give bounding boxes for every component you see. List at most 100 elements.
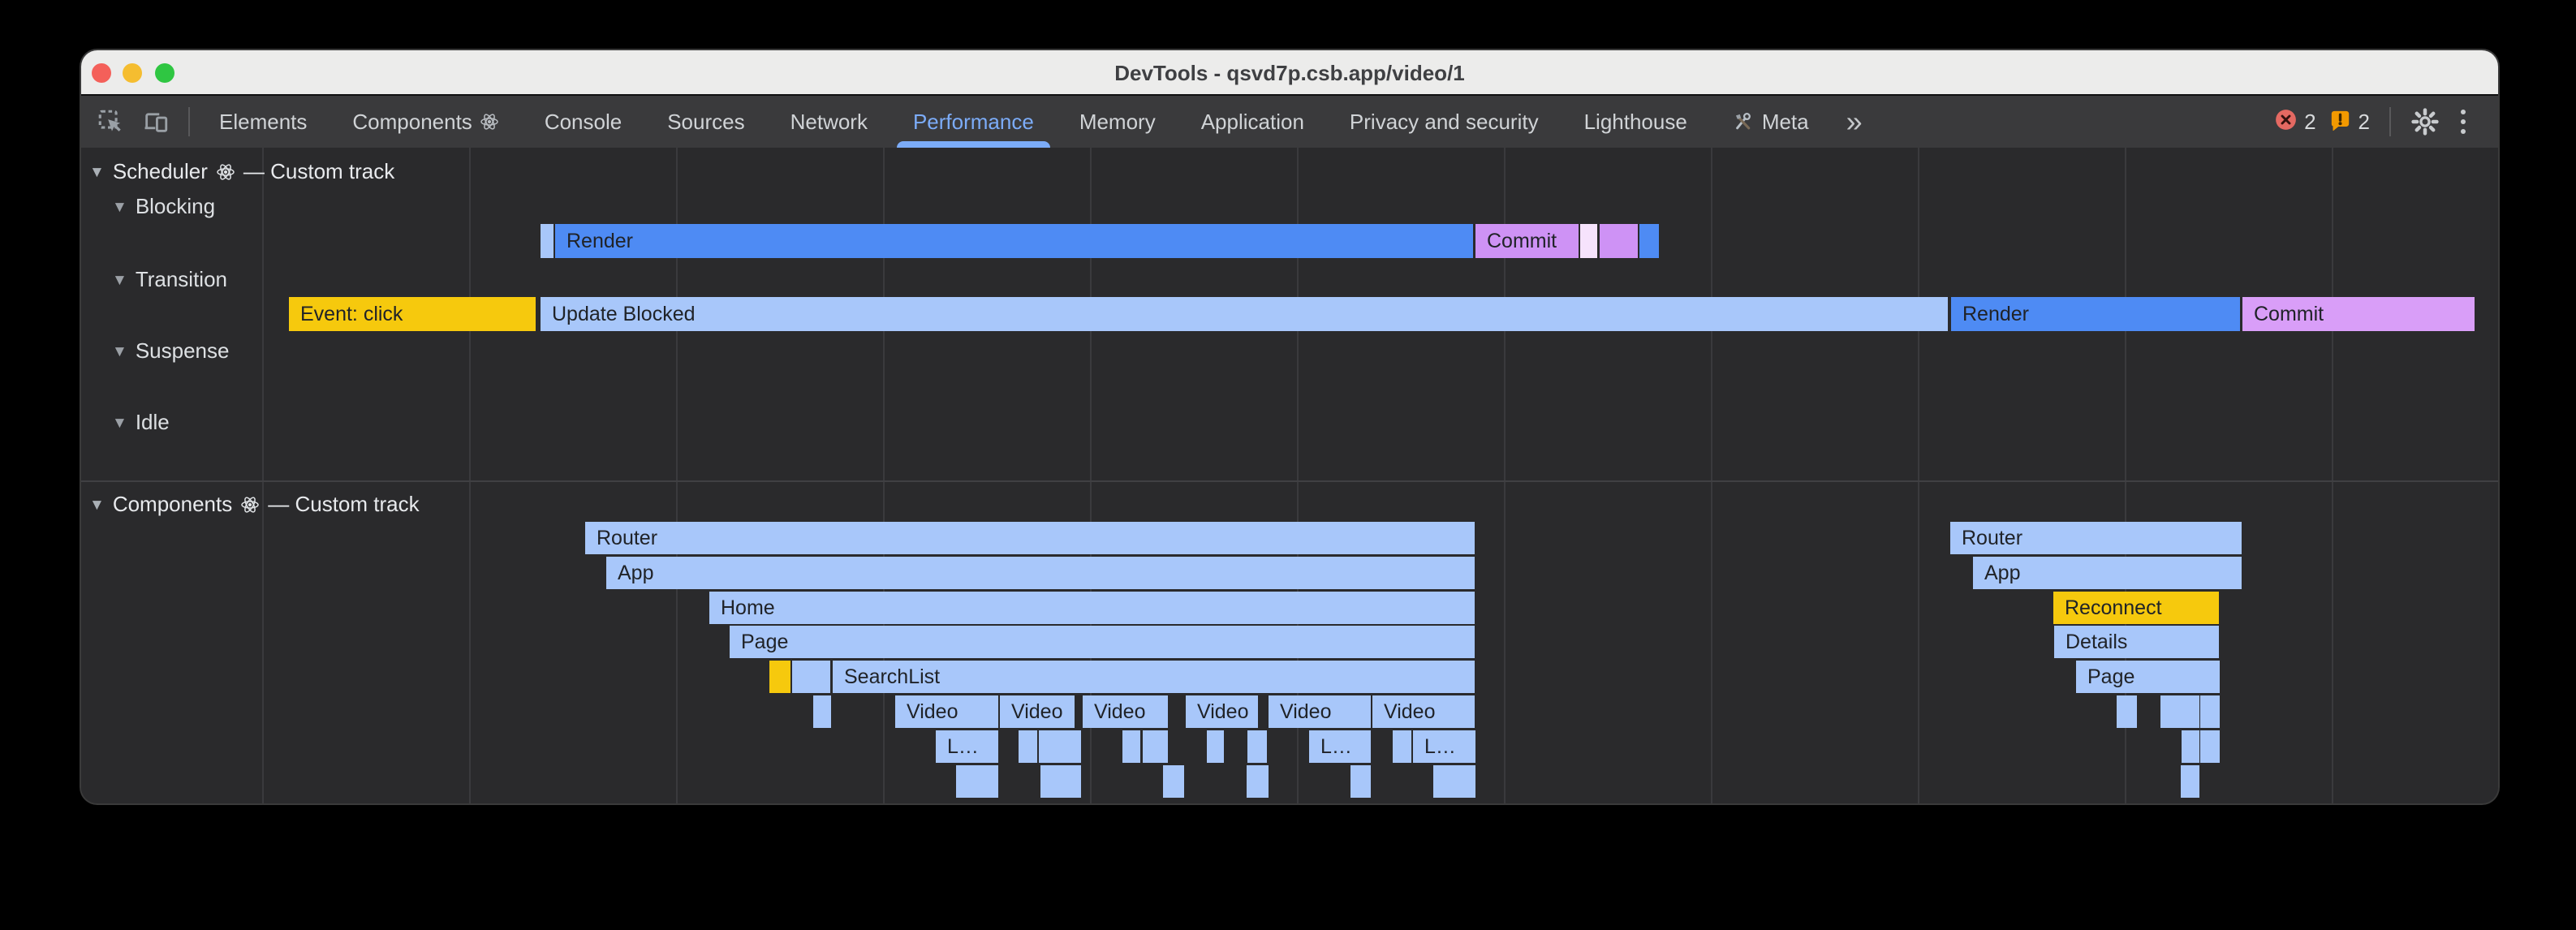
tab-application[interactable]: Application [1178,96,1327,148]
timeline-bar[interactable] [2181,765,2199,798]
timeline-bar[interactable] [956,765,998,798]
tab-privacy-and-security[interactable]: Privacy and security [1327,96,1562,148]
disclosure-triangle-icon: ▼ [89,497,105,513]
close-button[interactable] [92,63,111,83]
tab-memory[interactable]: Memory [1057,96,1178,148]
timeline-bar[interactable] [1393,730,1411,763]
timeline-bar[interactable] [1433,765,1475,798]
update-blocked-bar[interactable]: Update Blocked [541,297,1948,331]
tools-icon [1733,111,1755,133]
tab-components[interactable]: Components [330,96,521,148]
lane-suspense[interactable]: ▼Suspense [112,338,229,364]
timeline-bar[interactable] [541,224,554,258]
timeline-bar[interactable] [1639,224,1659,258]
timeline-bar[interactable] [769,661,790,693]
tab-console[interactable]: Console [522,96,644,148]
l-bar[interactable]: L… [1309,730,1371,763]
video-bar[interactable]: Video [1372,695,1475,728]
lane-label: Transition [136,267,227,292]
bar-label: Render [1951,303,2029,325]
render-bar[interactable]: Render [555,224,1473,258]
timeline-bar[interactable] [1143,730,1168,763]
timeline-bar[interactable] [1350,765,1371,798]
tab-meta[interactable]: Meta [1710,96,1832,148]
bar-label: Page [730,631,788,653]
timeline-bar[interactable] [1207,730,1224,763]
zoom-button[interactable] [155,63,174,83]
commit-bar[interactable]: Commit [1475,224,1579,258]
tab-label: Memory [1079,110,1156,135]
timeline-bar[interactable] [2182,730,2199,763]
components-track-header[interactable]: ▼ Components — Custom track [89,492,420,517]
app-bar[interactable]: App [1973,557,2242,589]
gridline [262,148,264,803]
page-bar[interactable]: Page [730,626,1475,658]
settings-gear-icon[interactable] [2410,107,2440,136]
bar-label: Video [1186,700,1249,723]
titlebar[interactable]: DevTools - qsvd7p.csb.app/video/1 [81,50,2498,94]
lane-label: Idle [136,410,170,435]
video-bar[interactable]: Video [1186,695,1258,728]
timeline-bar[interactable] [1040,765,1081,798]
console-errors-badge[interactable]: 2 [2275,109,2315,135]
tab-label: Network [790,110,868,135]
toolbar-divider [2389,107,2391,136]
bar-label: Router [1950,527,2022,549]
bar-label: Reconnect [2053,596,2162,619]
timeline-bar[interactable] [813,695,831,728]
timeline-bar[interactable] [2117,695,2137,728]
page-bar[interactable]: Page [2076,661,2220,693]
searchlist-bar[interactable]: SearchList [833,661,1475,693]
timeline-bar[interactable] [1580,224,1597,258]
reconnect-bar[interactable]: Reconnect [2053,592,2219,624]
tab-network[interactable]: Network [768,96,890,148]
more-options-kebab-icon[interactable] [2453,110,2474,134]
tab-performance[interactable]: Performance [890,96,1057,148]
app-bar[interactable]: App [606,557,1475,589]
timeline-bar[interactable] [1039,730,1081,763]
issues-badge[interactable]: 2 [2329,109,2370,135]
timeline-bar[interactable] [1019,730,1037,763]
home-bar[interactable]: Home [709,592,1475,624]
timeline-bar[interactable] [1247,730,1267,763]
more-tabs-button[interactable]: » [1832,97,1877,146]
tab-label: Console [545,110,622,135]
lane-blocking[interactable]: ▼Blocking [112,194,215,219]
device-toolbar-icon[interactable] [141,107,170,136]
error-icon [2275,109,2297,135]
details-bar[interactable]: Details [2054,626,2219,658]
l-bar[interactable]: L… [936,730,998,763]
scheduler-track-header[interactable]: ▼ Scheduler — Custom track [89,159,394,184]
timeline-bar[interactable] [1247,765,1269,798]
video-bar[interactable]: Video [1083,695,1168,728]
timeline-bar[interactable] [2200,730,2220,763]
router-bar[interactable]: Router [1950,522,2242,554]
react-atom-icon [240,495,260,515]
render-bar[interactable]: Render [1951,297,2240,331]
commit-bar[interactable]: Commit [2242,297,2475,331]
timeline-bar[interactable] [1163,765,1184,798]
tab-lighthouse[interactable]: Lighthouse [1562,96,1710,148]
timeline-bar[interactable] [1600,224,1638,258]
timeline-bar[interactable] [2160,695,2199,728]
tab-elements[interactable]: Elements [196,96,330,148]
minimize-button[interactable] [123,63,142,83]
inspect-element-icon[interactable] [96,107,125,136]
devtools-window: DevTools - qsvd7p.csb.app/video/1 Elemen… [81,50,2498,803]
lane-transition[interactable]: ▼ Transition [112,267,227,292]
timeline-bar[interactable] [2200,695,2220,728]
lane-idle[interactable]: ▼Idle [112,410,170,435]
tab-sources[interactable]: Sources [644,96,767,148]
window-title: DevTools - qsvd7p.csb.app/video/1 [81,50,2498,96]
event-click-bar[interactable]: Event: click [289,297,536,331]
router-bar[interactable]: Router [585,522,1475,554]
disclosure-triangle-icon: ▼ [112,273,127,288]
bar-label: Video [1083,700,1146,723]
timeline-bar[interactable] [1122,730,1140,763]
track-divider [81,480,2498,482]
video-bar[interactable]: Video [1269,695,1371,728]
video-bar[interactable]: Video [895,695,998,728]
l-bar[interactable]: L… [1413,730,1475,763]
timeline-bar[interactable] [792,661,830,693]
video-bar[interactable]: Video [1000,695,1075,728]
